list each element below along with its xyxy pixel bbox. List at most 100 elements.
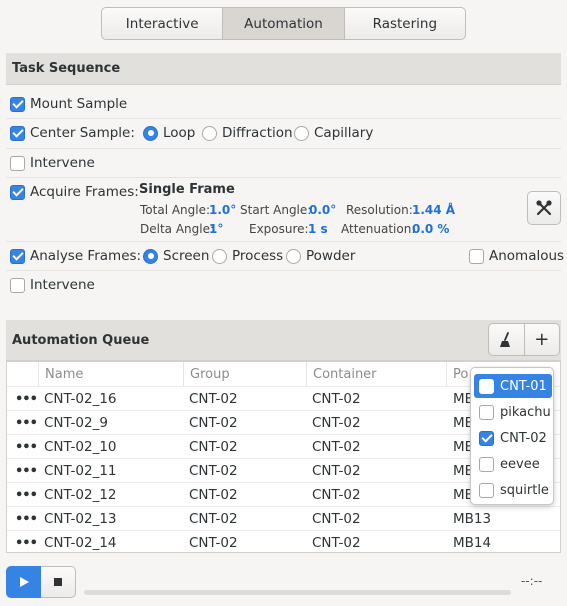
anomalous-checkbox[interactable]: Anomalous — [469, 248, 564, 264]
cell-name: CNT-02_13 — [44, 511, 117, 527]
clean-queue-button[interactable] — [489, 324, 525, 355]
cell-name: CNT-02_14 — [44, 535, 117, 551]
tab-interactive[interactable]: Interactive — [102, 8, 224, 39]
checkbox-icon — [10, 184, 25, 200]
group-filter-label: squirtle — [500, 482, 549, 498]
checkbox-icon — [10, 125, 25, 141]
row-menu-icon[interactable]: ••• — [15, 483, 38, 507]
radio-icon — [294, 125, 309, 141]
center-sample-label: Center Sample: — [30, 125, 135, 141]
task-row-mount: Mount Sample — [6, 91, 561, 119]
resolution-label: Resolution: — [346, 203, 413, 217]
add-icon: + — [534, 329, 550, 350]
checkbox-icon — [10, 277, 25, 293]
radio-icon — [202, 125, 217, 141]
cell-container: CNT-02 — [312, 415, 361, 431]
center-diffraction-label: Diffraction — [222, 125, 293, 141]
attenuation-value: 0.0 % — [412, 222, 450, 236]
analyse-screen-label: Screen — [163, 248, 210, 264]
cell-port: MB14 — [453, 535, 492, 551]
cell-group: CNT-02 — [189, 535, 238, 551]
delta-angle-value: 1° — [209, 222, 224, 236]
analyse-process-radio[interactable]: Process — [212, 248, 283, 264]
acquire-mode: Single Frame — [139, 182, 235, 197]
group-filter-item[interactable]: pikachu — [474, 400, 552, 424]
center-capillary-radio[interactable]: Capillary — [294, 125, 373, 141]
cell-name: CNT-02_10 — [44, 439, 117, 455]
queue-actions: + — [488, 323, 560, 356]
stop-button[interactable] — [41, 566, 76, 598]
mount-sample-label: Mount Sample — [30, 96, 128, 112]
cell-group: CNT-02 — [189, 511, 238, 527]
column-header-name[interactable]: Name — [39, 362, 184, 386]
acquire-settings-button[interactable] — [527, 191, 561, 225]
automation-queue-header: Automation Queue — [6, 320, 561, 361]
group-filter-label: CNT-02 — [500, 430, 547, 446]
cell-group: CNT-02 — [189, 463, 238, 479]
acquire-frames-checkbox[interactable]: Acquire Frames: — [10, 184, 139, 200]
table-row[interactable]: ••• CNT-02_14 CNT-02 CNT-02 MB14 — [7, 530, 560, 552]
checkbox-icon — [479, 378, 494, 394]
tools-icon — [536, 200, 552, 216]
row-menu-icon[interactable]: ••• — [15, 507, 38, 531]
center-diffraction-radio[interactable]: Diffraction — [202, 125, 293, 141]
analyse-frames-checkbox[interactable]: Analyse Frames: — [10, 248, 141, 264]
task-row-acquire: Acquire Frames: Single Frame Total Angle… — [6, 178, 561, 242]
progress-bar — [84, 590, 511, 595]
group-filter-item[interactable]: CNT-02 — [474, 426, 552, 450]
row-menu-icon[interactable]: ••• — [15, 459, 38, 483]
row-menu-icon[interactable]: ••• — [15, 411, 38, 435]
tab-automation[interactable]: Automation — [223, 8, 345, 39]
group-filter-item[interactable]: eevee — [474, 452, 552, 476]
exposure-label: Exposure: — [249, 222, 309, 236]
start-angle-label: Start Angle: — [240, 203, 312, 217]
center-loop-radio[interactable]: Loop — [143, 125, 195, 141]
intervene-1-checkbox[interactable]: Intervene — [10, 155, 95, 171]
cell-container: CNT-02 — [312, 391, 361, 407]
tab-rastering[interactable]: Rastering — [345, 8, 465, 39]
task-row-intervene-2: Intervene — [6, 271, 561, 300]
column-header-group[interactable]: Group — [184, 362, 307, 386]
play-icon — [19, 577, 29, 587]
cell-container: CNT-02 — [312, 439, 361, 455]
cell-name: CNT-02_11 — [44, 463, 117, 479]
analyse-screen-radio[interactable]: Screen — [143, 248, 209, 264]
cell-port: MB13 — [453, 511, 492, 527]
row-menu-icon[interactable]: ••• — [15, 387, 38, 411]
acquire-frames-label: Acquire Frames: — [30, 184, 139, 200]
intervene-2-label: Intervene — [30, 277, 95, 293]
cell-name: CNT-02_16 — [44, 391, 117, 407]
add-queue-button[interactable]: + — [525, 324, 560, 355]
cell-name: CNT-02_9 — [44, 415, 108, 431]
mount-sample-checkbox[interactable]: Mount Sample — [10, 96, 127, 112]
analyse-process-label: Process — [232, 248, 284, 264]
intervene-2-checkbox[interactable]: Intervene — [10, 277, 95, 293]
stop-icon — [54, 578, 62, 586]
table-row[interactable]: ••• CNT-02_13 CNT-02 CNT-02 MB13 — [7, 506, 560, 531]
checkbox-icon — [479, 430, 494, 446]
group-filter-item[interactable]: CNT-01 — [474, 374, 552, 398]
group-filter-item[interactable]: squirtle — [474, 478, 552, 502]
resolution-value: 1.44 Å — [412, 203, 456, 217]
task-sequence-header: Task Sequence — [6, 53, 561, 85]
center-sample-checkbox[interactable]: Center Sample: — [10, 125, 135, 141]
anomalous-label: Anomalous — [489, 248, 565, 264]
center-loop-label: Loop — [163, 125, 196, 141]
column-header-container[interactable]: Container — [307, 362, 447, 386]
cell-group: CNT-02 — [189, 415, 238, 431]
row-menu-icon[interactable]: ••• — [15, 435, 38, 459]
task-sequence-title: Task Sequence — [12, 61, 121, 76]
play-button[interactable] — [6, 566, 41, 598]
row-menu-icon[interactable]: ••• — [15, 531, 38, 552]
cell-group: CNT-02 — [189, 487, 238, 503]
cell-group: CNT-02 — [189, 391, 238, 407]
cell-container: CNT-02 — [312, 535, 361, 551]
cell-name: CNT-02_12 — [44, 487, 117, 503]
eta-label: --:-- — [521, 574, 543, 588]
analyse-frames-label: Analyse Frames: — [30, 248, 142, 264]
intervene-1-label: Intervene — [30, 155, 95, 171]
checkbox-icon — [10, 248, 25, 264]
exposure-value: 1 s — [308, 222, 328, 236]
analyse-powder-radio[interactable]: Powder — [286, 248, 355, 264]
checkbox-icon — [10, 96, 25, 112]
